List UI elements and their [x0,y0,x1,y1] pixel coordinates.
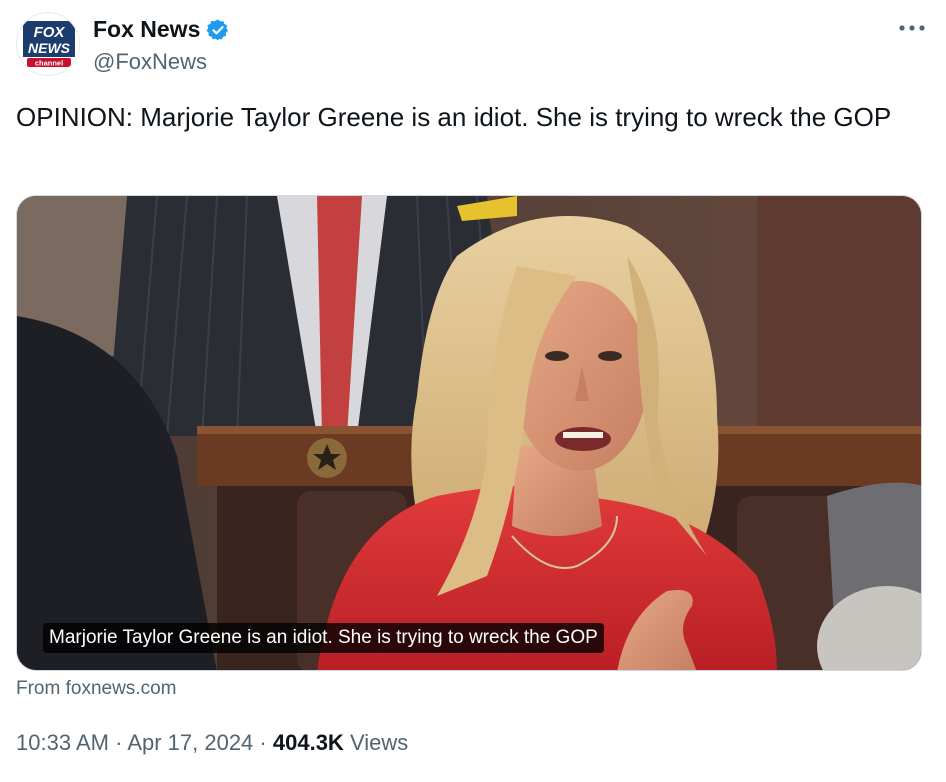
tweet-text: OPINION: Marjorie Taylor Greene is an id… [16,102,892,132]
photo-scene [17,196,921,670]
tweet-header: FOX NEWS channel Fox News @FoxNews [16,12,930,76]
author-handle[interactable]: @FoxNews [93,49,230,75]
meta-separator-2: · [259,730,267,755]
verified-badge-icon [206,18,230,42]
tweet-date[interactable]: Apr 17, 2024 [127,730,253,755]
logo-text-channel: channel [35,59,63,68]
views-label: Views [349,730,409,755]
logo-text-fox: FOX [34,24,66,41]
media-caption: Marjorie Taylor Greene is an idiot. She … [43,623,604,653]
meta-separator: · [115,730,123,755]
logo-text-news: NEWS [28,40,71,56]
avatar[interactable]: FOX NEWS channel [16,12,80,76]
more-options-icon[interactable] [894,16,930,40]
link-card-image[interactable]: Marjorie Taylor Greene is an idiot. She … [16,195,922,671]
views-count: 404.3K [272,730,344,755]
fox-news-logo: FOX NEWS channel [17,13,79,75]
link-source[interactable]: From foxnews.com [16,678,176,700]
tweet-time[interactable]: 10:33 AM [16,730,109,755]
tweet-metadata: 10:33 AM · Apr 17, 2024 · 404.3K Views [16,730,408,756]
author-info: Fox News @FoxNews [93,16,230,75]
display-name[interactable]: Fox News [93,16,200,43]
